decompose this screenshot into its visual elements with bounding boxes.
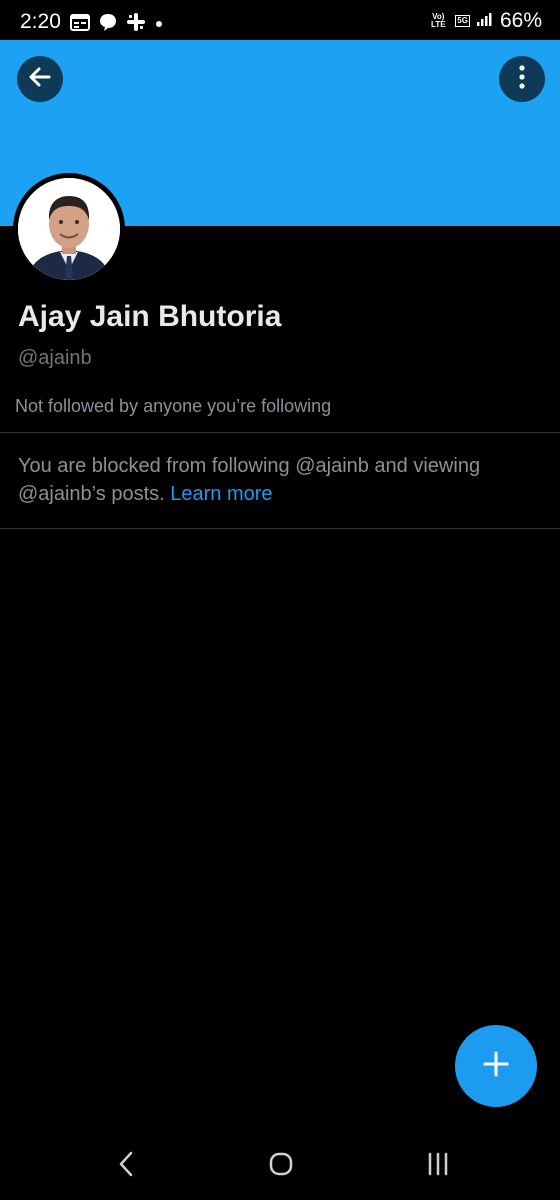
compose-button[interactable] [455, 1025, 537, 1107]
recents-icon [425, 1151, 451, 1182]
back-button[interactable] [17, 56, 63, 102]
nav-home-button[interactable] [261, 1148, 301, 1184]
volte-label: Vo) LTE [431, 12, 446, 29]
followed-by-text: Not followed by anyone you’re following [15, 396, 332, 416]
avatar-photo [18, 178, 120, 280]
blocked-notice: You are blocked from following @ajainb a… [18, 452, 538, 508]
avatar[interactable] [13, 173, 125, 285]
profile-handle: @ajainb [18, 347, 92, 369]
more-vertical-icon [517, 64, 527, 95]
home-circle-icon [268, 1151, 294, 1182]
plus-icon [482, 1050, 510, 1083]
chevron-left-icon [116, 1149, 136, 1184]
chat-bubble-icon [98, 12, 118, 37]
system-nav-bar [0, 1130, 560, 1200]
learn-more-link[interactable]: Learn more [170, 483, 272, 505]
network-label: 5G [455, 15, 470, 27]
arrow-left-icon [27, 64, 53, 95]
nav-recents-button[interactable] [418, 1148, 458, 1184]
slack-icon [126, 12, 146, 37]
status-right: Vo) LTE 5G 66% [427, 9, 542, 33]
battery-level: 66% [499, 9, 542, 32]
more-options-button[interactable] [499, 56, 545, 102]
signal-icon [476, 11, 494, 32]
display-name: Ajay Jain Bhutoria [18, 300, 282, 333]
status-time: 2:20 [20, 10, 61, 33]
status-bar: 2:20 Vo) LTE 5G 66% [0, 0, 560, 40]
divider [0, 528, 560, 529]
notification-icons [70, 12, 164, 37]
divider [0, 432, 560, 433]
dot-icon [154, 16, 164, 34]
nav-back-button[interactable] [106, 1148, 146, 1184]
calendar-icon [70, 13, 90, 36]
